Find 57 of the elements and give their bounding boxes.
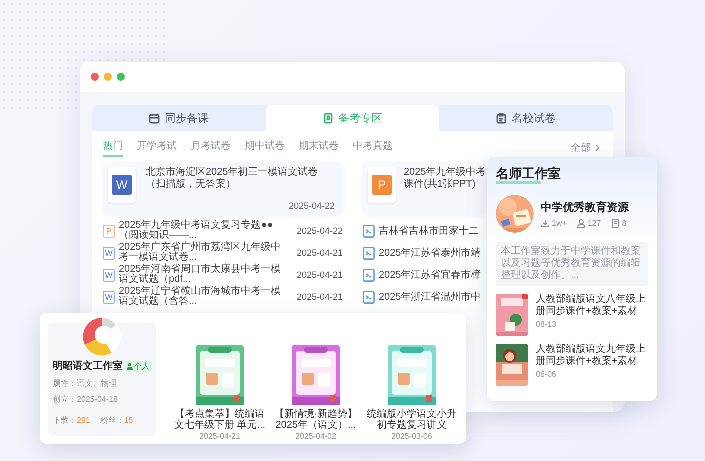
stat-value: 127 [588,219,602,228]
studio-name: 中学优秀教育资源 [541,200,629,215]
person-icon [127,362,133,370]
file-type-label: W [103,268,115,282]
book-icon [322,112,334,124]
stat-label: 粉丝： [100,416,124,425]
stat-label: 下载： [53,416,77,425]
resource-link[interactable]: 【考点集萃】统编语文七年级下册 单元... [174,409,266,431]
tag-label: 个人 [134,360,150,372]
info-text: 属性：语文、物理 [53,378,117,389]
download-icon [541,219,550,228]
resource-link[interactable]: 人教部编版语文九年级上册同步课件+教案+素材 [536,344,648,368]
clipboard-icon [496,112,508,124]
calendar-icon [148,112,160,124]
file-type-label: W [112,175,132,195]
file-type-label: P [103,224,115,238]
tab[interactable]: 名校试卷 [439,105,614,131]
file-date: 2025-04-22 [296,226,343,236]
tab[interactable]: 同步备课 [92,105,266,131]
file-type-label: W [103,246,115,260]
stat-value: 1w+ [552,219,567,228]
file-title: 北京市海淀区2025年初三一模语文试卷（扫描版，无答案） [146,167,320,191]
file-date: 2025-04-21 [296,292,343,302]
stat-value: 15 [124,416,134,425]
file-type-label: W [103,290,115,304]
file-type-label: P [372,175,392,195]
file-title: 课件(共1张PPT) [404,179,477,191]
resource-date: 2025-03-06 [392,432,432,441]
file-link[interactable]: 2025年江苏省泰州市靖 [379,246,482,260]
file-title: 2025年九年级中考 [404,167,488,178]
resource-link[interactable]: 【新情境·新趋势】2025年（语文）... [270,409,362,431]
file-link[interactable]: 2025年九年级中考语文复习专题●●（阅读知识——... [119,220,287,242]
stat-value: 8 [622,219,627,228]
file-link[interactable]: 吉林省吉林市田家十二 [379,224,479,238]
stat-value: 291 [77,416,90,425]
file-date: 2025-04-21 [296,248,343,258]
file-link[interactable]: 2025年浙江省温州市中 [379,290,482,304]
file-date: 2025-04-21 [296,270,343,280]
resource-link[interactable]: 人教部编版语文八年级上册同步课件+教案+素材 [536,294,648,318]
file-link[interactable]: 2025年广东省广州市荔湾区九年级中考一模语文试卷... [119,242,287,264]
file-card[interactable]: W 北京市海淀区2025年初三一模语文试卷（扫描版，无答案） 2025-04-22 [103,162,343,215]
chevron-right-icon [595,144,600,152]
file-card[interactable]: P 2025年九年级中考 课件(共1张PPT) [363,162,487,215]
studio-name: 明昭语文工作室 [53,359,123,373]
file-link[interactable]: 2025年河南省周口市太康县中考一模语文试题（pdf... [119,264,287,286]
file-link[interactable]: 2025年辽宁省鞍山市海城市中考一模语文试题（含答... [119,286,287,308]
panel-title: 名师工作室 [496,165,561,186]
file-date: 2025-04-22 [288,201,335,211]
file-link[interactable]: 2025年江苏省宜春市樟 [379,268,482,282]
resource-date: 2025-04-02 [296,432,336,441]
description: 本工作室致力于中学课件和教案以及习题等优秀教育资源的编辑整理以及创作。... [496,242,648,286]
resource-link[interactable]: 统编版小学语文小升初专题复习讲义 [366,409,458,431]
info-text: 创立：2025-04-18 [53,394,118,405]
resource-date: 2025-04-21 [200,432,240,441]
user-icon [576,219,586,228]
resource-date: 06-06 [536,370,558,379]
resource-date: 08-13 [536,320,558,329]
